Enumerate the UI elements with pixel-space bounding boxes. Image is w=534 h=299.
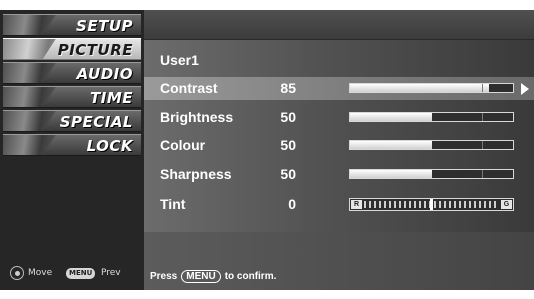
slider-fill (350, 113, 432, 121)
confirm-text: to confirm. (224, 271, 277, 282)
panel-footer: Press MENU to confirm. (144, 232, 534, 290)
slider-fill (350, 170, 432, 178)
panel-header (144, 10, 534, 40)
setting-label: Brightness (160, 109, 234, 125)
move-hint-label: Move (28, 268, 53, 278)
arrow-right-icon[interactable] (521, 83, 529, 95)
prev-hint-label: Prev (101, 268, 121, 278)
slider-tick (482, 84, 483, 92)
menu-label-picture: PICTURE (57, 41, 133, 59)
setting-label: Colour (160, 137, 206, 153)
slider-tick (482, 141, 483, 149)
tint-red-end: R (351, 200, 362, 209)
picture-icon (3, 39, 56, 59)
setting-row-sharpness[interactable]: Sharpness 50 (144, 163, 534, 186)
setting-label: Sharpness (160, 166, 232, 182)
slider-tick (482, 170, 483, 178)
sharpness-slider[interactable] (349, 169, 514, 179)
setting-label: Tint (160, 196, 186, 212)
slider-fill (350, 84, 489, 92)
setting-row-contrast[interactable]: Contrast 85 (144, 77, 534, 100)
picture-settings-panel: User1 Contrast 85 Brightness 50 Colour 5… (144, 10, 534, 290)
setting-row-colour[interactable]: Colour 50 (144, 134, 534, 157)
menu-item-picture[interactable]: PICTURE (3, 38, 141, 60)
menu-label-lock: LOCK (86, 137, 133, 155)
setting-value: 50 (280, 166, 296, 182)
menu-label-setup: SETUP (76, 17, 133, 35)
setting-value: 85 (280, 80, 296, 96)
tv-osd-screen: SETUP PICTURE AUDIO TIME SPECIAL LOCK Mo… (0, 0, 534, 299)
slider-fill (350, 141, 432, 149)
tint-green-end: G (501, 200, 512, 209)
menu-label-special: SPECIAL (59, 113, 133, 131)
menu-item-audio[interactable]: AUDIO (3, 62, 141, 84)
menu-item-setup[interactable]: SETUP (3, 14, 141, 36)
menu-key-icon: MENU (66, 268, 96, 279)
brightness-slider[interactable] (349, 112, 514, 122)
contrast-slider[interactable] (349, 83, 514, 93)
setting-value: 50 (280, 137, 296, 153)
menu-label-time: TIME (90, 89, 133, 107)
special-icon (3, 111, 56, 131)
menu-label-audio: AUDIO (76, 65, 133, 83)
setting-row-tint[interactable]: Tint 0 R G (144, 193, 534, 216)
audio-icon (3, 63, 56, 83)
menu-key-icon: MENU (181, 270, 221, 283)
time-icon (3, 87, 56, 107)
dpad-icon (10, 266, 24, 280)
main-menu-sidebar: SETUP PICTURE AUDIO TIME SPECIAL LOCK Mo… (0, 10, 144, 290)
menu-item-time[interactable]: TIME (3, 86, 141, 108)
lock-icon (3, 135, 56, 155)
press-text: Press (150, 271, 178, 282)
setting-label: Contrast (160, 80, 218, 96)
colour-slider[interactable] (349, 140, 514, 150)
confirm-hint: Press MENU to confirm. (150, 270, 276, 283)
tint-slider[interactable]: R G (349, 198, 514, 211)
tint-marker (430, 199, 433, 210)
slider-tick (482, 113, 483, 121)
setting-value: 0 (288, 196, 296, 212)
menu-item-lock[interactable]: LOCK (3, 134, 141, 156)
setting-value: 50 (280, 109, 296, 125)
setting-row-brightness[interactable]: Brightness 50 (144, 106, 534, 129)
menu-item-special[interactable]: SPECIAL (3, 110, 141, 132)
sidebar-footer-hints: Move MENU Prev (0, 260, 144, 290)
setup-icon (3, 15, 56, 35)
picture-mode-title: User1 (160, 52, 199, 68)
